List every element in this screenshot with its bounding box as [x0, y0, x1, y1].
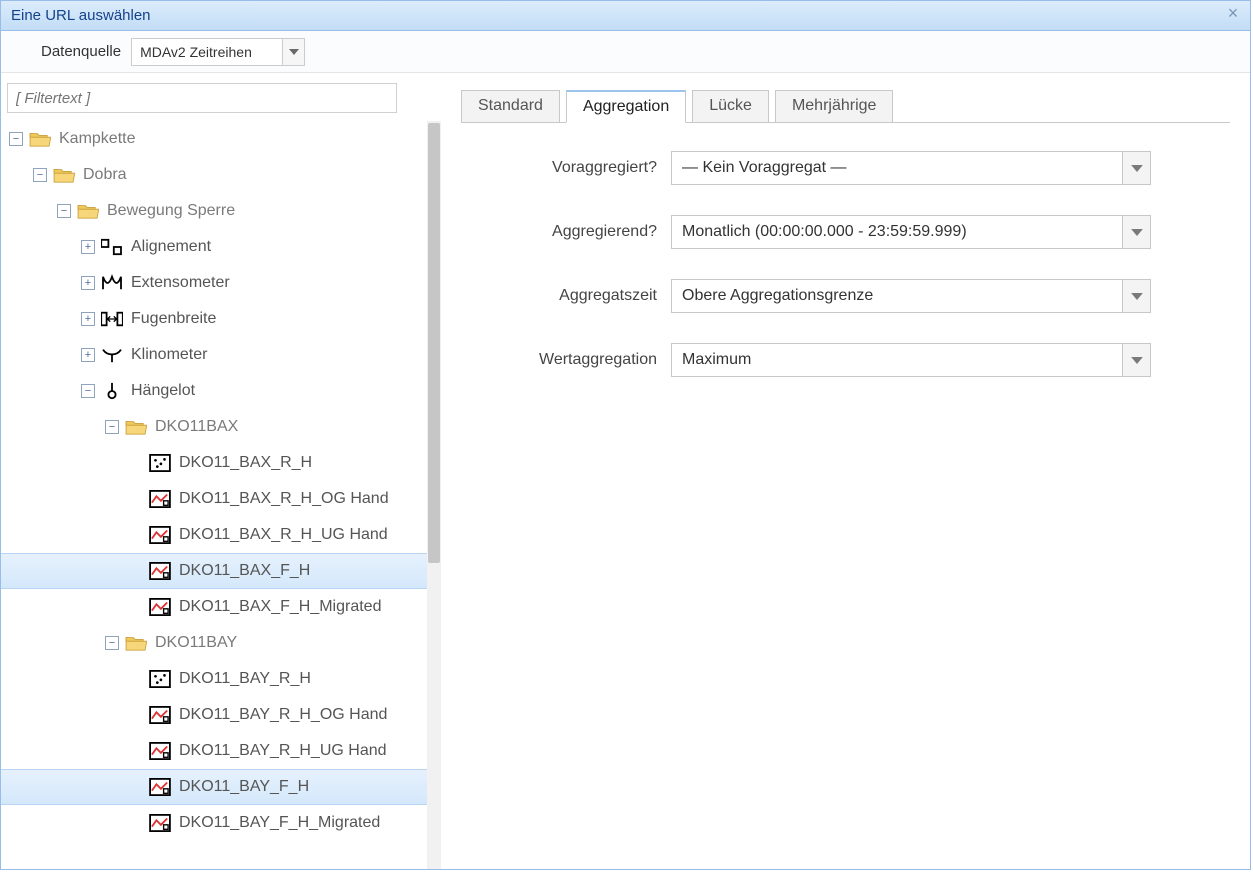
- chart-icon: [149, 777, 171, 797]
- tree-node-haengelot[interactable]: − Hängelot: [1, 373, 441, 409]
- tree-leaf[interactable]: DKO11_BAX_R_H_OG Hand: [1, 481, 441, 517]
- voraggregiert-label: Voraggregiert?: [461, 159, 671, 177]
- tree-node-fugenbreite[interactable]: + Fugenbreite: [1, 301, 441, 337]
- close-icon[interactable]: ×: [1224, 5, 1242, 23]
- datapoint-icon: [149, 453, 171, 473]
- folder-open-icon: [77, 201, 99, 221]
- chart-icon: [149, 525, 171, 545]
- alignement-icon: [101, 237, 123, 257]
- tree-node-alignement[interactable]: + Alignement: [1, 229, 441, 265]
- dialog: Eine URL auswählen × Datenquelle − Kampk…: [0, 0, 1251, 870]
- titlebar: Eine URL auswählen ×: [1, 1, 1250, 31]
- expand-icon[interactable]: +: [81, 240, 95, 254]
- tree-node-dko11bay[interactable]: − DKO11BAY: [1, 625, 441, 661]
- voraggregiert-combo[interactable]: [671, 151, 1151, 185]
- tab-standard[interactable]: Standard: [461, 90, 560, 123]
- tab-mehrjaehrige[interactable]: Mehrjährige: [775, 90, 893, 123]
- row-aggregierend: Aggregierend?: [461, 215, 1230, 249]
- chart-icon: [149, 561, 171, 581]
- tree[interactable]: − Kampkette − Dobra − Bewegun: [1, 121, 441, 869]
- chevron-down-icon[interactable]: [282, 39, 304, 65]
- aggregierend-input[interactable]: [672, 216, 1122, 248]
- row-wertaggregation: Wertaggregation: [461, 343, 1230, 377]
- main-panel: Standard Aggregation Lücke Mehrjährige V…: [441, 73, 1250, 869]
- klinometer-icon: [101, 345, 123, 365]
- tree-leaf[interactable]: DKO11_BAY_R_H_UG Hand: [1, 733, 441, 769]
- tree-node-klinometer[interactable]: + Klinometer: [1, 337, 441, 373]
- tree-node-bewegung[interactable]: − Bewegung Sperre: [1, 193, 441, 229]
- datasource-combo[interactable]: [131, 38, 305, 66]
- collapse-icon[interactable]: −: [105, 636, 119, 650]
- collapse-icon[interactable]: −: [57, 204, 71, 218]
- dialog-title: Eine URL auswählen: [11, 7, 151, 24]
- aggregatszeit-input[interactable]: [672, 280, 1122, 312]
- chart-icon: [149, 705, 171, 725]
- folder-open-icon: [125, 417, 147, 437]
- folder-open-icon: [125, 633, 147, 653]
- haengelot-icon: [101, 381, 123, 401]
- tab-aggregation[interactable]: Aggregation: [566, 90, 686, 123]
- chevron-down-icon[interactable]: [1122, 280, 1150, 312]
- scrollbar-thumb[interactable]: [428, 123, 440, 563]
- tab-luecke[interactable]: Lücke: [692, 90, 769, 123]
- datasource-label: Datenquelle: [41, 43, 121, 60]
- tree-leaf[interactable]: DKO11_BAY_R_H: [1, 661, 441, 697]
- tab-body: Voraggregiert? Aggregierend? Aggregatsze…: [461, 122, 1230, 377]
- folder-open-icon: [53, 165, 75, 185]
- toolbar: Datenquelle: [1, 31, 1250, 73]
- expand-icon[interactable]: +: [81, 276, 95, 290]
- scrollbar[interactable]: [427, 121, 441, 869]
- row-voraggregiert: Voraggregiert?: [461, 151, 1230, 185]
- datapoint-icon: [149, 669, 171, 689]
- expand-icon[interactable]: +: [81, 348, 95, 362]
- tree-leaf-selected[interactable]: DKO11_BAX_F_H: [1, 553, 441, 589]
- tree-leaf-selected[interactable]: DKO11_BAY_F_H: [1, 769, 441, 805]
- collapse-icon[interactable]: −: [81, 384, 95, 398]
- chevron-down-icon[interactable]: [1122, 152, 1150, 184]
- aggregierend-combo[interactable]: [671, 215, 1151, 249]
- expand-icon[interactable]: +: [81, 312, 95, 326]
- aggregatszeit-label: Aggregatszeit: [461, 287, 671, 305]
- aggregatszeit-combo[interactable]: [671, 279, 1151, 313]
- tree-node-root[interactable]: − Kampkette: [1, 121, 441, 157]
- row-aggregatszeit: Aggregatszeit: [461, 279, 1230, 313]
- tree-leaf[interactable]: DKO11_BAY_R_H_OG Hand: [1, 697, 441, 733]
- tabs: Standard Aggregation Lücke Mehrjährige: [461, 89, 1230, 122]
- datasource-input[interactable]: [132, 39, 282, 65]
- collapse-icon[interactable]: −: [33, 168, 47, 182]
- tree-node-dko11bax[interactable]: − DKO11BAX: [1, 409, 441, 445]
- chevron-down-icon[interactable]: [1122, 216, 1150, 248]
- aggregierend-label: Aggregierend?: [461, 223, 671, 241]
- tree-leaf[interactable]: DKO11_BAX_R_H_UG Hand: [1, 517, 441, 553]
- chart-icon: [149, 741, 171, 761]
- wertaggregation-input[interactable]: [672, 344, 1122, 376]
- tree-leaf[interactable]: DKO11_BAX_F_H_Migrated: [1, 589, 441, 625]
- folder-open-icon: [29, 129, 51, 149]
- voraggregiert-input[interactable]: [672, 152, 1122, 184]
- tree-leaf[interactable]: DKO11_BAY_F_H_Migrated: [1, 805, 441, 841]
- extensometer-icon: [101, 273, 123, 293]
- wertaggregation-combo[interactable]: [671, 343, 1151, 377]
- collapse-icon[interactable]: −: [9, 132, 23, 146]
- chevron-down-icon[interactable]: [1122, 344, 1150, 376]
- filter-input[interactable]: [7, 83, 397, 113]
- chart-icon: [149, 489, 171, 509]
- sidebar: − Kampkette − Dobra − Bewegun: [1, 73, 441, 869]
- wertaggregation-label: Wertaggregation: [461, 351, 671, 369]
- tree-node-dobra[interactable]: − Dobra: [1, 157, 441, 193]
- chart-icon: [149, 813, 171, 833]
- chart-icon: [149, 597, 171, 617]
- tree-leaf[interactable]: DKO11_BAX_R_H: [1, 445, 441, 481]
- tree-node-extensometer[interactable]: + Extensometer: [1, 265, 441, 301]
- fugenbreite-icon: [101, 309, 123, 329]
- collapse-icon[interactable]: −: [105, 420, 119, 434]
